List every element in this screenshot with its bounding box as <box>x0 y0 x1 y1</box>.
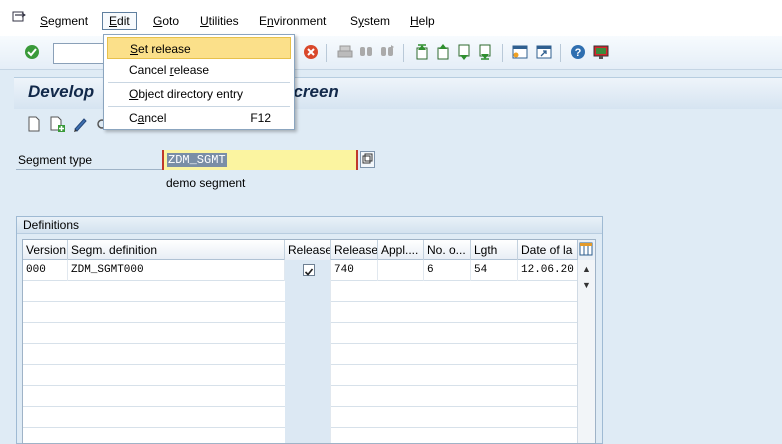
table-row-empty[interactable] <box>23 407 578 428</box>
menu-item-set-release[interactable]: Set release <box>107 37 291 59</box>
find-next-icon[interactable] <box>379 44 395 60</box>
segment-type-label: Segment type <box>18 153 93 167</box>
scroll-down-icon[interactable]: ▼ <box>582 280 591 290</box>
screen-title-left: Develop <box>28 82 95 101</box>
cell-no-of: 6 <box>424 260 471 281</box>
release-column-cell <box>285 428 331 443</box>
create-session-icon[interactable] <box>512 44 528 60</box>
cell-release-flag <box>285 260 331 281</box>
last-page-icon[interactable] <box>477 44 493 60</box>
segment-description: demo segment <box>166 176 246 190</box>
menu-goto[interactable]: Goto <box>153 14 179 28</box>
menu-segment[interactable]: Segment <box>40 14 88 28</box>
cell-lgth: 54 <box>471 260 518 281</box>
table-row-empty[interactable] <box>23 281 578 302</box>
release-column-cell <box>285 407 331 428</box>
toolbar-separator <box>560 44 561 62</box>
menu-system[interactable]: System <box>350 14 390 28</box>
cell-date: 12.06.20 <box>518 260 578 281</box>
segment-type-value: ZDM_SGMT <box>167 153 227 167</box>
edit-menu-dropdown: Set release Cancel release Object direct… <box>103 34 295 130</box>
enter-icon[interactable] <box>24 44 40 60</box>
release-column-cell <box>285 323 331 344</box>
menu-item-cancel[interactable]: Cancel F12 <box>107 107 291 129</box>
release-checkbox[interactable] <box>303 264 315 276</box>
col-segm-definition[interactable]: Segm. definition <box>68 240 285 260</box>
create-icon[interactable] <box>26 116 42 132</box>
print-icon[interactable] <box>337 44 353 60</box>
command-field[interactable] <box>53 43 109 64</box>
col-lgth[interactable]: Lgth <box>471 240 518 260</box>
release-column-cell <box>285 365 331 386</box>
change-icon[interactable] <box>72 116 88 132</box>
table-row-empty[interactable] <box>23 386 578 407</box>
table-row-empty[interactable] <box>23 302 578 323</box>
menu-utilities[interactable]: Utilities <box>200 14 239 28</box>
definitions-group-title: Definitions <box>17 217 602 234</box>
menu-help[interactable]: Help <box>410 14 435 28</box>
toolbar-separator <box>403 44 404 62</box>
help-icon[interactable]: ? <box>570 44 586 60</box>
menu-bar: Segment Edit Goto Utilities Environment … <box>0 0 782 36</box>
column-settings-button[interactable] <box>577 240 595 260</box>
toolbar-separator <box>502 44 503 62</box>
next-page-icon[interactable] <box>456 44 472 60</box>
menu-edit[interactable]: Edit <box>102 12 137 30</box>
release-column-cell <box>285 281 331 302</box>
col-release-flag[interactable]: Release <box>285 240 331 260</box>
table-row-empty[interactable] <box>23 344 578 365</box>
segment-type-input[interactable]: ZDM_SGMT <box>162 150 358 170</box>
checkmark-icon <box>304 268 314 276</box>
cell-appl <box>378 260 424 281</box>
col-release[interactable]: Release <box>331 240 378 260</box>
col-appl[interactable]: Appl.... <box>378 240 424 260</box>
vertical-scrollbar[interactable]: ▲ ▼ <box>577 260 595 443</box>
find-icon[interactable] <box>358 44 374 60</box>
scroll-up-icon[interactable]: ▲ <box>582 264 591 274</box>
menu-item-cancel-shortcut: F12 <box>250 111 271 125</box>
table-header: Version Segm. definition Release Release… <box>23 240 595 260</box>
svg-text:?: ? <box>575 47 582 59</box>
col-version[interactable]: Version <box>23 240 68 260</box>
customize-layout-icon[interactable] <box>593 44 609 60</box>
menu-item-cancel-release[interactable]: Cancel release <box>107 59 291 81</box>
col-no-of[interactable]: No. o... <box>424 240 471 260</box>
value-help-button[interactable] <box>360 151 375 168</box>
menu-environment[interactable]: Environment <box>259 14 326 28</box>
cell-version: 000 <box>23 260 68 281</box>
menu-item-object-directory-entry[interactable]: Object directory entry <box>107 83 291 105</box>
col-date[interactable]: Date of la <box>518 240 579 260</box>
table-row-empty[interactable] <box>23 365 578 386</box>
create-sub-icon[interactable] <box>49 116 65 132</box>
release-column-cell <box>285 302 331 323</box>
table-row-empty[interactable] <box>23 428 578 443</box>
toolbar-separator <box>326 44 327 62</box>
first-page-icon[interactable] <box>414 44 430 60</box>
table-settings-icon <box>579 242 593 256</box>
release-column-cell <box>285 344 331 365</box>
value-help-icon <box>362 153 373 164</box>
cancel-icon[interactable] <box>303 44 319 60</box>
definitions-table[interactable]: Version Segm. definition Release Release… <box>22 239 596 444</box>
cell-segm-definition: ZDM_SGMT000 <box>68 260 285 281</box>
release-column-cell <box>285 386 331 407</box>
table-row-empty[interactable] <box>23 323 578 344</box>
table-row[interactable]: 000 ZDM_SGMT000 740 6 54 12.06.20 <box>23 260 578 281</box>
shortcut-icon[interactable] <box>536 44 552 60</box>
system-menu-icon[interactable] <box>12 10 26 24</box>
previous-page-icon[interactable] <box>435 44 451 60</box>
cell-release: 740 <box>331 260 378 281</box>
